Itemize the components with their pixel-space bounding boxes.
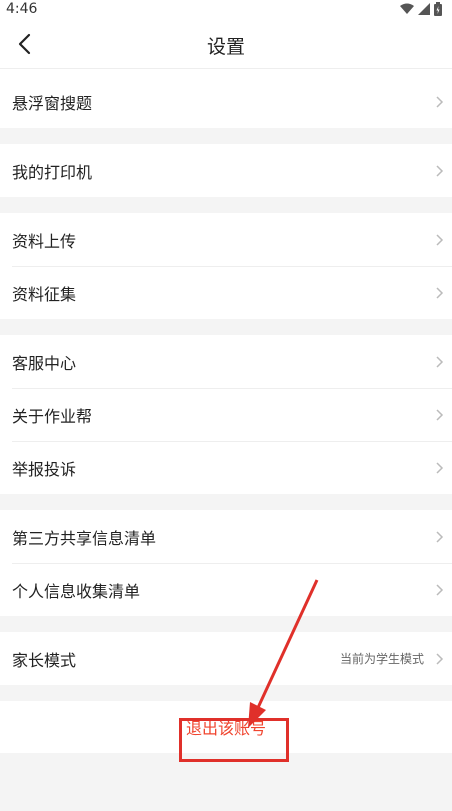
chevron-right-icon <box>436 530 444 543</box>
signal-icon <box>418 3 430 15</box>
row-my-printer[interactable]: 我的打印机 <box>0 144 452 197</box>
chevron-right-icon <box>436 95 444 108</box>
settings-group-float: 悬浮窗搜题 <box>0 75 452 128</box>
group-gap <box>0 319 452 335</box>
settings-group-materials: 资料上传 资料征集 <box>0 213 452 319</box>
chevron-right-icon <box>436 286 444 299</box>
row-label: 个人信息收集清单 <box>12 581 141 601</box>
row-label: 资料上传 <box>12 231 77 251</box>
parent-mode-status: 当前为学生模式 <box>339 652 424 666</box>
row-label: 关于作业帮 <box>12 406 93 426</box>
row-label: 家长模式 <box>12 650 77 670</box>
row-customer-service[interactable]: 客服中心 <box>0 335 452 388</box>
chevron-right-icon <box>436 583 444 596</box>
settings-group-printer: 我的打印机 <box>0 144 452 197</box>
chevron-right-icon <box>436 408 444 421</box>
row-label: 客服中心 <box>12 353 77 373</box>
row-label: 第三方共享信息清单 <box>12 528 157 548</box>
settings-group-parent: 家长模式 当前为学生模式 <box>0 632 452 685</box>
row-parent-mode[interactable]: 家长模式 当前为学生模式 <box>0 632 452 685</box>
status-icons <box>400 2 442 16</box>
logout-row: 退出该账号 <box>0 701 452 753</box>
group-gap <box>0 616 452 632</box>
logout-button[interactable]: 退出该账号 <box>186 715 266 739</box>
wifi-icon <box>400 3 414 14</box>
row-personal-info-list[interactable]: 个人信息收集清单 <box>0 563 452 616</box>
row-about[interactable]: 关于作业帮 <box>0 388 452 441</box>
status-bar: 4:46 <box>0 0 452 20</box>
chevron-right-icon <box>436 164 444 177</box>
row-label: 悬浮窗搜题 <box>12 93 93 113</box>
row-label: 我的打印机 <box>12 162 93 182</box>
chevron-right-icon <box>436 461 444 474</box>
title-bar: 设置 <box>0 20 452 68</box>
chevron-right-icon <box>436 355 444 368</box>
status-time: 4:46 <box>6 1 38 17</box>
group-gap <box>0 494 452 510</box>
chevron-right-icon <box>436 233 444 246</box>
row-material-collection[interactable]: 资料征集 <box>0 266 452 319</box>
row-label: 举报投诉 <box>12 459 77 479</box>
top-divider <box>0 68 452 75</box>
group-gap <box>0 685 452 701</box>
settings-group-privacy: 第三方共享信息清单 个人信息收集清单 <box>0 510 452 616</box>
row-report[interactable]: 举报投诉 <box>0 441 452 494</box>
page-title: 设置 <box>206 36 245 58</box>
settings-group-support: 客服中心 关于作业帮 举报投诉 <box>0 335 452 494</box>
row-material-upload[interactable]: 资料上传 <box>0 213 452 266</box>
group-gap <box>0 197 452 213</box>
chevron-right-icon <box>436 652 444 665</box>
row-floating-search[interactable]: 悬浮窗搜题 <box>0 75 452 128</box>
row-third-party-list[interactable]: 第三方共享信息清单 <box>0 510 452 563</box>
row-label: 资料征集 <box>12 284 77 304</box>
group-gap <box>0 128 452 144</box>
battery-icon <box>434 2 442 16</box>
